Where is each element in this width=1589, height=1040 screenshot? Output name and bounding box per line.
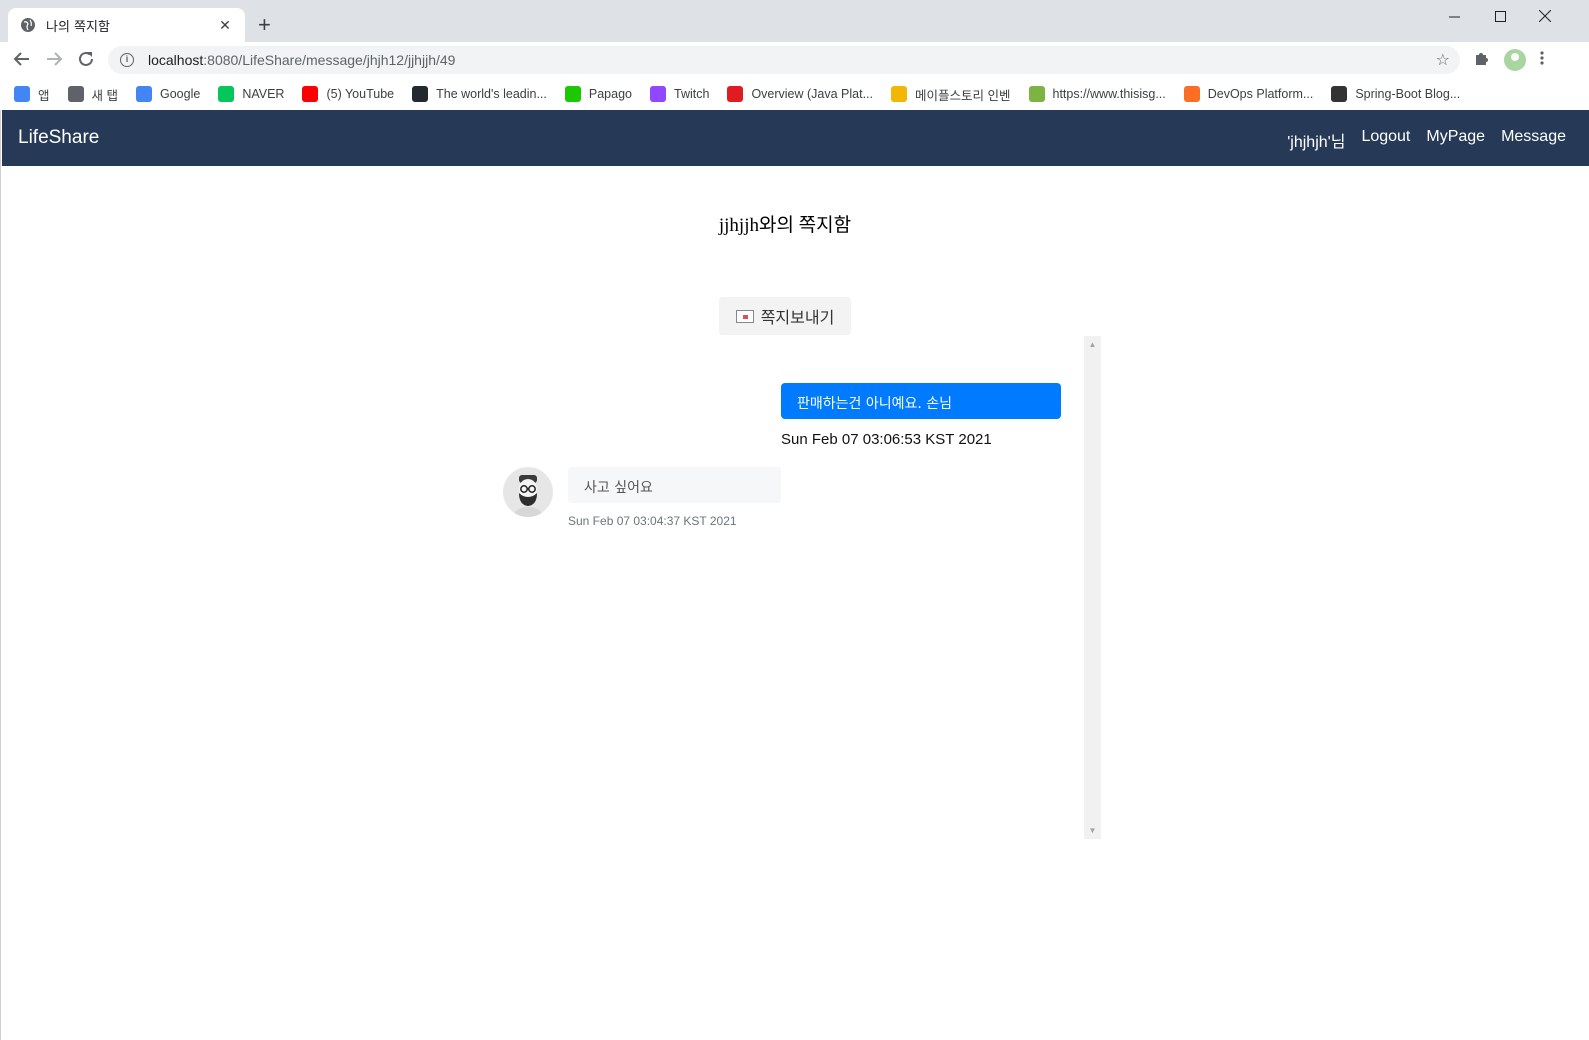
maximize-icon[interactable] — [1477, 0, 1523, 32]
bookmark-label: https://www.thisisg... — [1052, 87, 1166, 101]
send-message-label: 쪽지보내기 — [760, 310, 835, 327]
nav-mypage-link[interactable]: MyPage — [1426, 128, 1485, 152]
bookmark-item[interactable]: Papago — [564, 86, 632, 102]
bookmark-item[interactable]: Google — [136, 86, 200, 102]
bookmark-label: 메이플스토리 인벤 — [915, 88, 1011, 103]
browser-tab[interactable]: 나의 쪽지함 ✕ — [8, 8, 245, 42]
dots-icon — [1331, 86, 1348, 102]
bookmark-item[interactable]: NAVER — [218, 86, 284, 102]
browser-toolbar: i localhost:8080/LifeShare/message/jhjh1… — [0, 42, 1589, 78]
sent-message-bubble: 판매하는건 아니예요. 손님 — [781, 383, 1061, 419]
apps-grid-icon — [14, 86, 30, 102]
scroll-up-arrow-icon[interactable]: ▲ — [1084, 340, 1101, 349]
bookmark-label: Overview (Java Plat... — [751, 87, 874, 101]
bookmark-label: 새 탭 — [91, 88, 118, 103]
bookmark-label: DevOps Platform... — [1207, 87, 1314, 101]
bookmark-label: Twitch — [674, 87, 710, 101]
nav-links: 'jhjhjh'님 Logout MyPage Message — [1287, 128, 1566, 152]
new-tab-button[interactable]: + — [258, 14, 271, 36]
nav-user-greeting[interactable]: 'jhjhjh'님 — [1287, 128, 1345, 152]
close-tab-icon[interactable]: ✕ — [217, 17, 233, 34]
site-navbar: LifeShare 'jhjhjh'님 Logout MyPage Messag… — [2, 110, 1589, 166]
received-message-bubble: 사고 싶어요 — [568, 467, 781, 503]
user-avatar — [503, 467, 553, 517]
back-arrow-icon[interactable] — [12, 50, 32, 70]
url-host: localhost — [148, 52, 204, 68]
github-icon — [412, 86, 429, 102]
thread-scrollbar[interactable]: ▲ ▼ — [1084, 336, 1101, 839]
bookmark-item[interactable]: DevOps Platform... — [1183, 86, 1314, 102]
url-path: :8080/LifeShare/message/jhjh12/jjhjjh/49 — [203, 52, 456, 68]
youtube-icon — [302, 86, 319, 102]
nav-logout-link[interactable]: Logout — [1361, 128, 1410, 152]
envelope-icon — [735, 309, 754, 323]
reload-icon[interactable] — [76, 50, 96, 70]
received-message-time: Sun Feb 07 03:04:37 KST 2021 — [568, 514, 737, 528]
papago-icon — [564, 86, 581, 102]
bookmark-item[interactable]: 앱 — [14, 85, 50, 104]
bookmark-label: Papago — [588, 87, 632, 101]
bookmark-label: Google — [160, 87, 201, 101]
profile-avatar-icon[interactable] — [1504, 49, 1526, 71]
sent-message-time: Sun Feb 07 03:06:53 KST 2021 — [781, 431, 992, 448]
bookmark-label: (5) YouTube — [326, 87, 395, 101]
oracle-icon — [727, 86, 744, 102]
site-info-icon[interactable]: i — [120, 53, 134, 67]
message-thread[interactable]: 판매하는건 아니예요. 손님 Sun Feb 07 03:06:53 KST 2… — [421, 336, 1101, 839]
bookmark-item[interactable]: 새 탭 — [67, 85, 118, 104]
nav-message-link[interactable]: Message — [1501, 128, 1566, 152]
globe-icon — [67, 86, 84, 102]
bookmark-label: Spring-Boot Blog... — [1355, 87, 1461, 101]
send-message-button[interactable]: 쪽지보내기 — [719, 297, 851, 335]
bookmark-item[interactable]: Spring-Boot Blog... — [1331, 86, 1460, 102]
bookmark-item[interactable]: https://www.thisisg... — [1028, 86, 1166, 102]
address-bar[interactable]: i localhost:8080/LifeShare/message/jhjh1… — [108, 46, 1460, 74]
puzzle-icon — [1028, 86, 1045, 102]
globe-icon — [21, 18, 35, 32]
bookmark-item[interactable]: Twitch — [650, 86, 709, 102]
twitch-icon — [650, 86, 666, 102]
brand-logo[interactable]: LifeShare — [18, 127, 99, 149]
bookmark-item[interactable]: The world's leadin... — [412, 86, 547, 102]
bookmark-label: 앱 — [38, 88, 50, 103]
bookmark-label: NAVER — [242, 87, 285, 101]
minimize-icon[interactable] — [1431, 0, 1477, 32]
bookmark-star-icon[interactable]: ☆ — [1436, 50, 1450, 70]
bearded-man-icon — [513, 475, 543, 517]
window-close-icon[interactable] — [1522, 0, 1568, 32]
naver-icon — [218, 86, 235, 102]
extensions-puzzle-icon[interactable] — [1473, 50, 1489, 72]
google-icon — [136, 86, 152, 102]
browser-tabstrip: 나의 쪽지함 ✕ + — [0, 0, 1589, 42]
bookmark-item[interactable]: Overview (Java Plat... — [727, 86, 873, 102]
tab-title: 나의 쪽지함 — [46, 19, 110, 35]
scroll-down-arrow-icon[interactable]: ▼ — [1084, 826, 1101, 835]
page-title: jjhjjh와의 쪽지함 — [718, 215, 852, 236]
bookmark-label: The world's leadin... — [436, 87, 547, 101]
gitlab-icon — [1183, 86, 1200, 102]
inven-icon — [891, 86, 908, 102]
bookmark-item[interactable]: 메이플스토리 인벤 — [891, 85, 1011, 104]
web-page: LifeShare 'jhjhjh'님 Logout MyPage Messag… — [0, 110, 1589, 1040]
bookmark-item[interactable]: (5) YouTube — [302, 86, 394, 102]
bookmarks-bar: 앱 새 탭 Google NAVER (5) YouTube The world's le… — [0, 78, 1589, 110]
kebab-menu-icon[interactable] — [1540, 50, 1544, 72]
forward-arrow-icon[interactable] — [44, 50, 64, 70]
